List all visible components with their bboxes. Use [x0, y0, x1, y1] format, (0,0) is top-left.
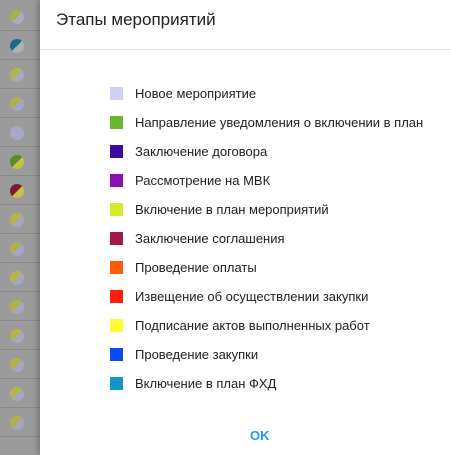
- background-row: [0, 118, 40, 147]
- color-swatch: [110, 232, 123, 245]
- color-swatch: [110, 203, 123, 216]
- color-swatch: [110, 174, 123, 187]
- background-row: [0, 2, 40, 31]
- status-dot-icon: [10, 416, 24, 430]
- background-row: [0, 60, 40, 89]
- status-dot-icon: [10, 126, 24, 140]
- background-row: [0, 379, 40, 408]
- background-row: [0, 205, 40, 234]
- status-dot-icon: [10, 39, 24, 53]
- legend-label: Подписание актов выполненных работ: [135, 318, 370, 333]
- legend-label: Заключение соглашения: [135, 231, 285, 246]
- legend-item: Включение в план мероприятий: [110, 195, 423, 224]
- background-row: [0, 321, 40, 350]
- legend-item: Проведение оплаты: [110, 253, 423, 282]
- status-dot-icon: [10, 300, 24, 314]
- color-swatch: [110, 261, 123, 274]
- legend-item: Рассмотрение на МВК: [110, 166, 423, 195]
- legend-item: Заключение соглашения: [110, 224, 423, 253]
- legend-label: Направление уведомления о включении в пл…: [135, 115, 424, 130]
- color-swatch: [110, 377, 123, 390]
- background-list: [0, 0, 40, 455]
- status-dot-icon: [10, 387, 24, 401]
- color-swatch: [110, 348, 123, 361]
- legend-label: Проведение закупки: [135, 347, 259, 362]
- background-row: [0, 89, 40, 118]
- status-dot-icon: [10, 271, 24, 285]
- legend-label: Включение в план ФХД: [135, 376, 277, 391]
- legend-label: Рассмотрение на МВК: [135, 173, 271, 188]
- status-dot-icon: [10, 68, 24, 82]
- legend-label: Включение в план мероприятий: [135, 202, 329, 217]
- color-swatch: [110, 319, 123, 332]
- legend-label: Заключение договора: [135, 144, 268, 159]
- legend-item: Извещение об осуществлении закупки: [110, 282, 423, 311]
- legend-item: Направление уведомления о включении в пл…: [110, 108, 423, 137]
- legend-label: Извещение об осуществлении закупки: [135, 289, 369, 304]
- legend-label: Новое мероприятие: [135, 86, 257, 101]
- background-row: [0, 263, 40, 292]
- background-row: [0, 234, 40, 263]
- ok-button[interactable]: OK: [246, 428, 274, 443]
- status-dot-icon: [10, 184, 24, 198]
- background-row: [0, 292, 40, 321]
- dialog-title: Этапы мероприятий: [56, 10, 216, 29]
- legend-dialog: Этапы мероприятий Новое мероприятие Напр…: [40, 0, 451, 455]
- legend-item: Заключение договора: [110, 137, 423, 166]
- legend-list: Новое мероприятие Направление уведомлени…: [110, 79, 423, 398]
- color-swatch: [110, 87, 123, 100]
- legend-item: Подписание актов выполненных работ: [110, 311, 423, 340]
- legend-item: Включение в план ФХД: [110, 369, 423, 398]
- color-swatch: [110, 290, 123, 303]
- status-dot-icon: [10, 358, 24, 372]
- status-dot-icon: [10, 213, 24, 227]
- color-swatch: [110, 145, 123, 158]
- background-row: [0, 408, 40, 437]
- status-dot-icon: [10, 155, 24, 169]
- status-dot-icon: [10, 242, 24, 256]
- background-row: [0, 350, 40, 379]
- title-divider: [40, 49, 451, 50]
- color-swatch: [110, 116, 123, 129]
- legend-label: Проведение оплаты: [135, 260, 257, 275]
- background-row: [0, 31, 40, 60]
- status-dot-icon: [10, 97, 24, 111]
- legend-item: Проведение закупки: [110, 340, 423, 369]
- status-dot-icon: [10, 329, 24, 343]
- status-dot-icon: [10, 10, 24, 24]
- background-row: [0, 176, 40, 205]
- legend-item: Новое мероприятие: [110, 79, 423, 108]
- background-row: [0, 147, 40, 176]
